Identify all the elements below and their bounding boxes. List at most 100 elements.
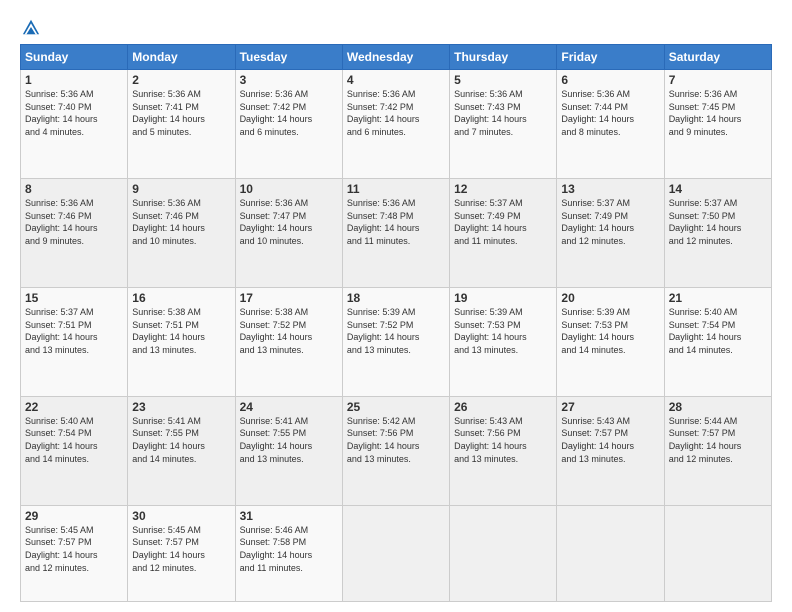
calendar-week-1: 1Sunrise: 5:36 AMSunset: 7:40 PMDaylight… <box>21 70 772 179</box>
day-number: 19 <box>454 291 552 305</box>
logo <box>20 18 40 36</box>
calendar-cell: 5Sunrise: 5:36 AMSunset: 7:43 PMDaylight… <box>450 70 557 179</box>
calendar-cell: 3Sunrise: 5:36 AMSunset: 7:42 PMDaylight… <box>235 70 342 179</box>
cell-text: Sunrise: 5:38 AMSunset: 7:51 PMDaylight:… <box>132 306 230 356</box>
day-number: 29 <box>25 509 123 523</box>
calendar-table: SundayMondayTuesdayWednesdayThursdayFrid… <box>20 44 772 602</box>
calendar-cell: 8Sunrise: 5:36 AMSunset: 7:46 PMDaylight… <box>21 178 128 287</box>
calendar-cell: 27Sunrise: 5:43 AMSunset: 7:57 PMDayligh… <box>557 396 664 505</box>
calendar-cell <box>557 505 664 601</box>
day-number: 22 <box>25 400 123 414</box>
calendar-cell: 4Sunrise: 5:36 AMSunset: 7:42 PMDaylight… <box>342 70 449 179</box>
weekday-header-sunday: Sunday <box>21 45 128 70</box>
day-number: 20 <box>561 291 659 305</box>
cell-text: Sunrise: 5:36 AMSunset: 7:45 PMDaylight:… <box>669 88 767 138</box>
logo-icon <box>22 18 40 36</box>
cell-text: Sunrise: 5:37 AMSunset: 7:49 PMDaylight:… <box>561 197 659 247</box>
weekday-header-friday: Friday <box>557 45 664 70</box>
calendar-cell: 24Sunrise: 5:41 AMSunset: 7:55 PMDayligh… <box>235 396 342 505</box>
day-number: 2 <box>132 73 230 87</box>
header <box>20 18 772 36</box>
calendar-header-row: SundayMondayTuesdayWednesdayThursdayFrid… <box>21 45 772 70</box>
day-number: 4 <box>347 73 445 87</box>
calendar-body: 1Sunrise: 5:36 AMSunset: 7:40 PMDaylight… <box>21 70 772 602</box>
calendar-cell: 25Sunrise: 5:42 AMSunset: 7:56 PMDayligh… <box>342 396 449 505</box>
weekday-header-wednesday: Wednesday <box>342 45 449 70</box>
cell-text: Sunrise: 5:41 AMSunset: 7:55 PMDaylight:… <box>132 415 230 465</box>
calendar-cell <box>342 505 449 601</box>
calendar-cell: 19Sunrise: 5:39 AMSunset: 7:53 PMDayligh… <box>450 287 557 396</box>
cell-text: Sunrise: 5:40 AMSunset: 7:54 PMDaylight:… <box>669 306 767 356</box>
day-number: 15 <box>25 291 123 305</box>
day-number: 21 <box>669 291 767 305</box>
cell-text: Sunrise: 5:43 AMSunset: 7:56 PMDaylight:… <box>454 415 552 465</box>
calendar-cell: 20Sunrise: 5:39 AMSunset: 7:53 PMDayligh… <box>557 287 664 396</box>
calendar-week-3: 15Sunrise: 5:37 AMSunset: 7:51 PMDayligh… <box>21 287 772 396</box>
day-number: 27 <box>561 400 659 414</box>
day-number: 12 <box>454 182 552 196</box>
cell-text: Sunrise: 5:40 AMSunset: 7:54 PMDaylight:… <box>25 415 123 465</box>
page: SundayMondayTuesdayWednesdayThursdayFrid… <box>0 0 792 612</box>
cell-text: Sunrise: 5:43 AMSunset: 7:57 PMDaylight:… <box>561 415 659 465</box>
day-number: 7 <box>669 73 767 87</box>
day-number: 14 <box>669 182 767 196</box>
calendar-cell: 22Sunrise: 5:40 AMSunset: 7:54 PMDayligh… <box>21 396 128 505</box>
day-number: 10 <box>240 182 338 196</box>
cell-text: Sunrise: 5:36 AMSunset: 7:46 PMDaylight:… <box>25 197 123 247</box>
day-number: 13 <box>561 182 659 196</box>
cell-text: Sunrise: 5:38 AMSunset: 7:52 PMDaylight:… <box>240 306 338 356</box>
calendar-cell: 29Sunrise: 5:45 AMSunset: 7:57 PMDayligh… <box>21 505 128 601</box>
cell-text: Sunrise: 5:46 AMSunset: 7:58 PMDaylight:… <box>240 524 338 574</box>
day-number: 9 <box>132 182 230 196</box>
day-number: 24 <box>240 400 338 414</box>
calendar-cell: 31Sunrise: 5:46 AMSunset: 7:58 PMDayligh… <box>235 505 342 601</box>
cell-text: Sunrise: 5:36 AMSunset: 7:43 PMDaylight:… <box>454 88 552 138</box>
calendar-cell: 18Sunrise: 5:39 AMSunset: 7:52 PMDayligh… <box>342 287 449 396</box>
cell-text: Sunrise: 5:36 AMSunset: 7:40 PMDaylight:… <box>25 88 123 138</box>
cell-text: Sunrise: 5:44 AMSunset: 7:57 PMDaylight:… <box>669 415 767 465</box>
calendar-cell: 11Sunrise: 5:36 AMSunset: 7:48 PMDayligh… <box>342 178 449 287</box>
day-number: 1 <box>25 73 123 87</box>
calendar-cell: 12Sunrise: 5:37 AMSunset: 7:49 PMDayligh… <box>450 178 557 287</box>
cell-text: Sunrise: 5:37 AMSunset: 7:50 PMDaylight:… <box>669 197 767 247</box>
cell-text: Sunrise: 5:36 AMSunset: 7:44 PMDaylight:… <box>561 88 659 138</box>
calendar-cell: 26Sunrise: 5:43 AMSunset: 7:56 PMDayligh… <box>450 396 557 505</box>
cell-text: Sunrise: 5:37 AMSunset: 7:49 PMDaylight:… <box>454 197 552 247</box>
weekday-header-monday: Monday <box>128 45 235 70</box>
day-number: 28 <box>669 400 767 414</box>
calendar-cell: 16Sunrise: 5:38 AMSunset: 7:51 PMDayligh… <box>128 287 235 396</box>
day-number: 8 <box>25 182 123 196</box>
cell-text: Sunrise: 5:41 AMSunset: 7:55 PMDaylight:… <box>240 415 338 465</box>
calendar-week-5: 29Sunrise: 5:45 AMSunset: 7:57 PMDayligh… <box>21 505 772 601</box>
calendar-cell: 6Sunrise: 5:36 AMSunset: 7:44 PMDaylight… <box>557 70 664 179</box>
calendar-cell: 23Sunrise: 5:41 AMSunset: 7:55 PMDayligh… <box>128 396 235 505</box>
day-number: 5 <box>454 73 552 87</box>
cell-text: Sunrise: 5:45 AMSunset: 7:57 PMDaylight:… <box>25 524 123 574</box>
weekday-header-tuesday: Tuesday <box>235 45 342 70</box>
day-number: 11 <box>347 182 445 196</box>
day-number: 18 <box>347 291 445 305</box>
day-number: 25 <box>347 400 445 414</box>
cell-text: Sunrise: 5:45 AMSunset: 7:57 PMDaylight:… <box>132 524 230 574</box>
day-number: 31 <box>240 509 338 523</box>
cell-text: Sunrise: 5:42 AMSunset: 7:56 PMDaylight:… <box>347 415 445 465</box>
calendar-cell: 14Sunrise: 5:37 AMSunset: 7:50 PMDayligh… <box>664 178 771 287</box>
calendar-cell: 17Sunrise: 5:38 AMSunset: 7:52 PMDayligh… <box>235 287 342 396</box>
cell-text: Sunrise: 5:39 AMSunset: 7:53 PMDaylight:… <box>454 306 552 356</box>
weekday-header-saturday: Saturday <box>664 45 771 70</box>
weekday-header-thursday: Thursday <box>450 45 557 70</box>
calendar-cell: 15Sunrise: 5:37 AMSunset: 7:51 PMDayligh… <box>21 287 128 396</box>
day-number: 6 <box>561 73 659 87</box>
calendar-cell: 21Sunrise: 5:40 AMSunset: 7:54 PMDayligh… <box>664 287 771 396</box>
day-number: 17 <box>240 291 338 305</box>
cell-text: Sunrise: 5:36 AMSunset: 7:48 PMDaylight:… <box>347 197 445 247</box>
day-number: 23 <box>132 400 230 414</box>
calendar-cell: 30Sunrise: 5:45 AMSunset: 7:57 PMDayligh… <box>128 505 235 601</box>
day-number: 30 <box>132 509 230 523</box>
cell-text: Sunrise: 5:36 AMSunset: 7:42 PMDaylight:… <box>347 88 445 138</box>
day-number: 3 <box>240 73 338 87</box>
cell-text: Sunrise: 5:37 AMSunset: 7:51 PMDaylight:… <box>25 306 123 356</box>
calendar-week-2: 8Sunrise: 5:36 AMSunset: 7:46 PMDaylight… <box>21 178 772 287</box>
cell-text: Sunrise: 5:39 AMSunset: 7:52 PMDaylight:… <box>347 306 445 356</box>
calendar-cell: 9Sunrise: 5:36 AMSunset: 7:46 PMDaylight… <box>128 178 235 287</box>
